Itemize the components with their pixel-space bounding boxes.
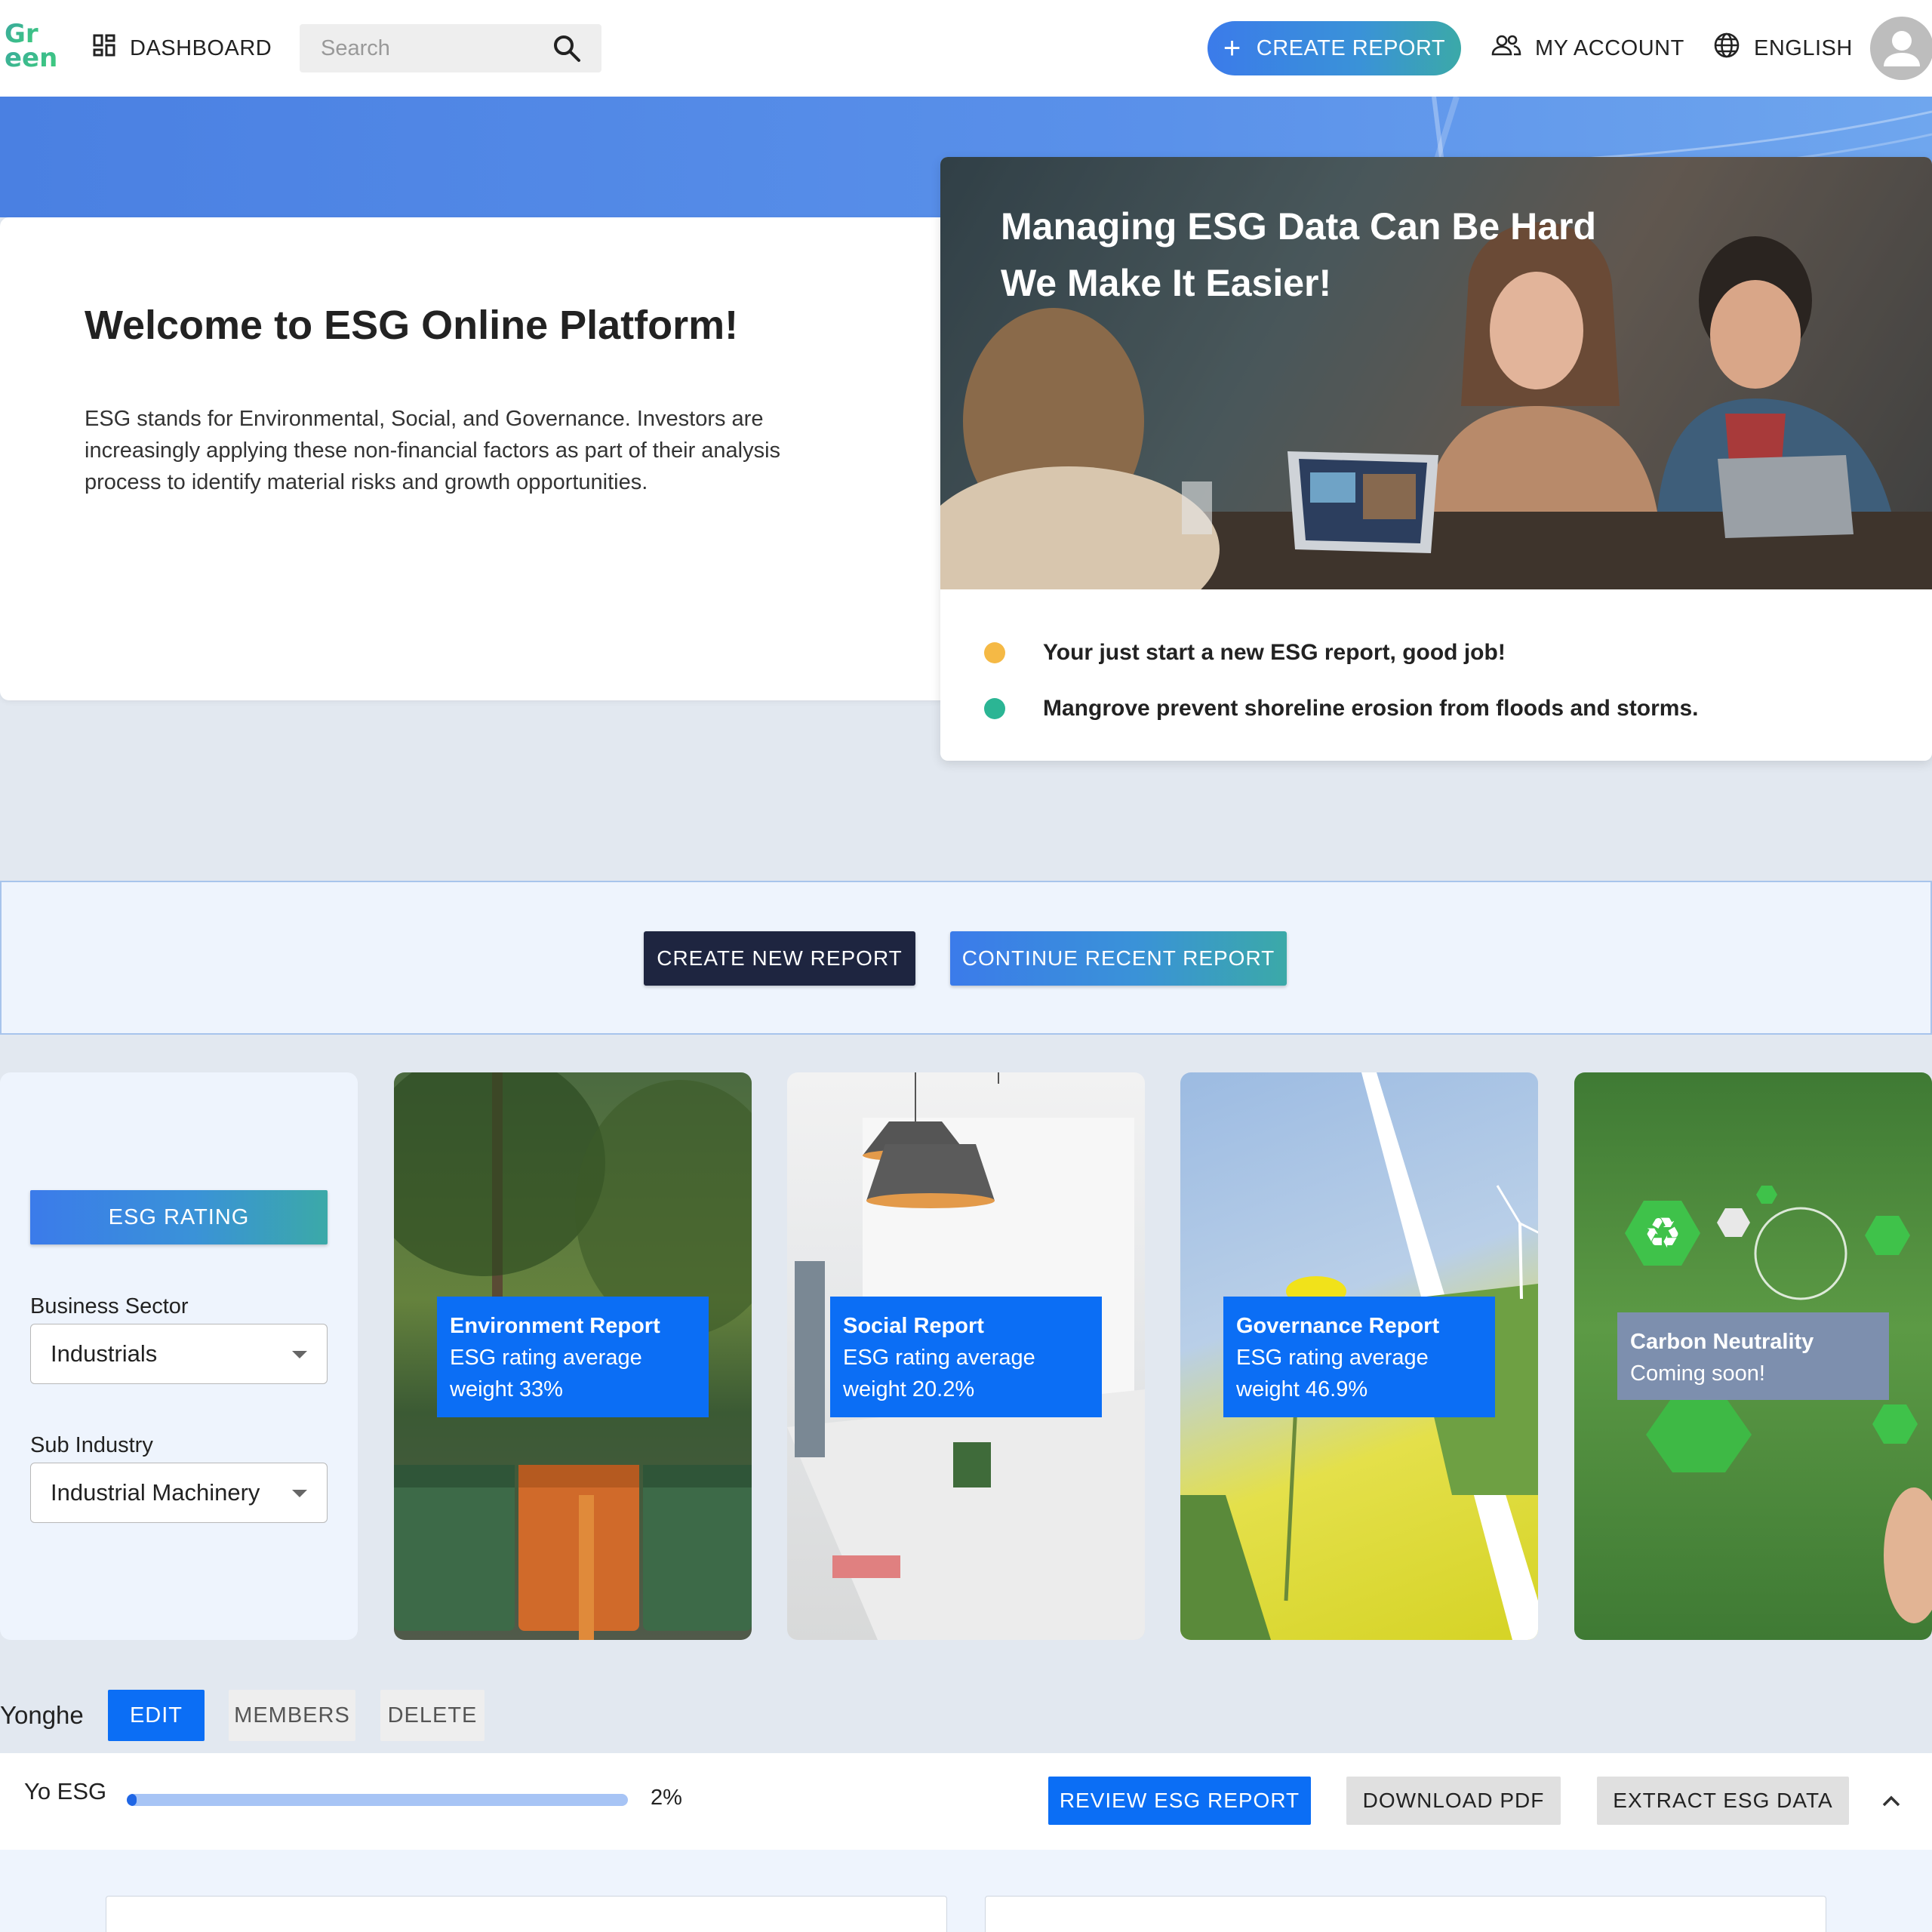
sub-industry-label: Sub Industry [30,1433,153,1457]
delete-button[interactable]: DELETE [380,1690,485,1741]
create-report-label: CREATE REPORT [1256,35,1446,60]
card-title: Social Report [843,1314,984,1338]
search-input[interactable] [300,24,549,72]
sub-industry-value: Industrial Machinery [51,1479,260,1506]
dashboard-icon [92,33,116,63]
report-name: Yo ESG [24,1778,107,1804]
card-title: Environment Report [450,1314,660,1338]
details-card [106,1896,947,1932]
members-button[interactable]: MEMBERS [229,1690,355,1741]
promo-headline: Managing ESG Data Can Be Hard We Make It… [1001,198,1596,312]
chevron-up-icon[interactable] [1876,1786,1906,1816]
promo-item: Mangrove prevent shoreline erosion from … [975,681,1699,737]
nav-language[interactable]: ENGLISH [1713,30,1853,66]
plus-icon: + [1223,32,1241,65]
nav-dashboard[interactable]: DASHBOARD [92,30,272,66]
status-dot-icon [984,642,1005,663]
card-line2: weight 20.2% [843,1377,975,1401]
review-esg-report-button[interactable]: REVIEW ESG REPORT [1048,1777,1311,1825]
promo-list: Your just start a new ESG report, good j… [975,625,1699,737]
card-label: Carbon Neutrality Coming soon! [1617,1312,1889,1400]
nav-language-label: ENGLISH [1754,35,1853,60]
recycle-icon: ♻ [1644,1209,1681,1258]
welcome-description: ESG stands for Environmental, Social, an… [85,407,781,494]
carbon-neutrality-card[interactable]: ♻ Carbon Neutrality Coming soon! [1574,1072,1932,1640]
nav-my-account[interactable]: MY ACCOUNT [1491,30,1684,66]
continue-recent-report-button[interactable]: CONTINUE RECENT REPORT [950,931,1287,986]
user-avatar-icon[interactable] [1870,17,1932,80]
card-line1: ESG rating average [843,1346,1035,1370]
globe-icon [1713,32,1740,65]
card-title: Governance Report [1236,1314,1440,1338]
nav-account-label: MY ACCOUNT [1535,35,1684,60]
social-report-card[interactable]: Social Report ESG rating average weight … [787,1072,1145,1640]
details-card [985,1896,1826,1932]
create-report-button[interactable]: + CREATE REPORT [1208,21,1461,75]
people-icon [1491,33,1521,63]
business-sector-value: Industrials [51,1340,158,1367]
search-box [300,24,601,72]
search-icon[interactable] [552,33,582,63]
card-line2: weight 46.9% [1236,1377,1368,1401]
card-line1: ESG rating average [1236,1346,1429,1370]
governance-report-card[interactable]: Governance Report ESG rating average wei… [1180,1072,1538,1640]
report-progress-bar [127,1794,628,1806]
business-sector-select[interactable]: Industrials [30,1324,328,1384]
promo-headline-line1: Managing ESG Data Can Be Hard [1001,205,1597,248]
extract-esg-data-button[interactable]: EXTRACT ESG DATA [1597,1777,1849,1825]
svg-text:een: een [5,43,57,71]
download-pdf-button[interactable]: DOWNLOAD PDF [1346,1777,1561,1825]
promo-photo: Managing ESG Data Can Be Hard We Make It… [940,157,1932,589]
caret-down-icon [292,1490,307,1497]
caret-down-icon [292,1351,307,1358]
card-label: Governance Report ESG rating average wei… [1223,1297,1495,1417]
card-label: Environment Report ESG rating average we… [437,1297,709,1417]
project-name: Yonghe [0,1701,84,1729]
logo-icon[interactable]: Gr een [3,17,60,73]
card-line2: weight 33% [450,1377,563,1401]
promo-item-text: Mangrove prevent shoreline erosion from … [1043,696,1699,721]
card-line1: ESG rating average [450,1346,642,1370]
top-navbar: Gr een DASHBOARD + CREATE REPORT MY ACCO… [0,0,1932,97]
sub-industry-select[interactable]: Industrial Machinery [30,1463,328,1523]
welcome-title: Welcome to ESG Online Platform! [85,303,739,348]
esg-rating-button[interactable]: ESG RATING [30,1190,328,1244]
card-title: Carbon Neutrality [1630,1330,1814,1354]
status-dot-icon [984,698,1005,719]
promo-item: Your just start a new ESG report, good j… [975,625,1699,681]
nav-dashboard-label: DASHBOARD [130,35,272,60]
promo-headline-line2: We Make It Easier! [1001,262,1332,304]
promo-item-text: Your just start a new ESG report, good j… [1043,640,1506,665]
card-label: Social Report ESG rating average weight … [830,1297,1102,1417]
report-progress-text: 2% [651,1786,682,1810]
card-line1: Coming soon! [1630,1361,1765,1386]
create-new-report-button[interactable]: CREATE NEW REPORT [644,931,915,986]
edit-button[interactable]: EDIT [108,1690,205,1741]
report-progress-fill [127,1794,137,1806]
promo-card: Managing ESG Data Can Be Hard We Make It… [940,157,1932,761]
business-sector-label: Business Sector [30,1294,189,1318]
environment-report-card[interactable]: Environment Report ESG rating average we… [394,1072,752,1640]
